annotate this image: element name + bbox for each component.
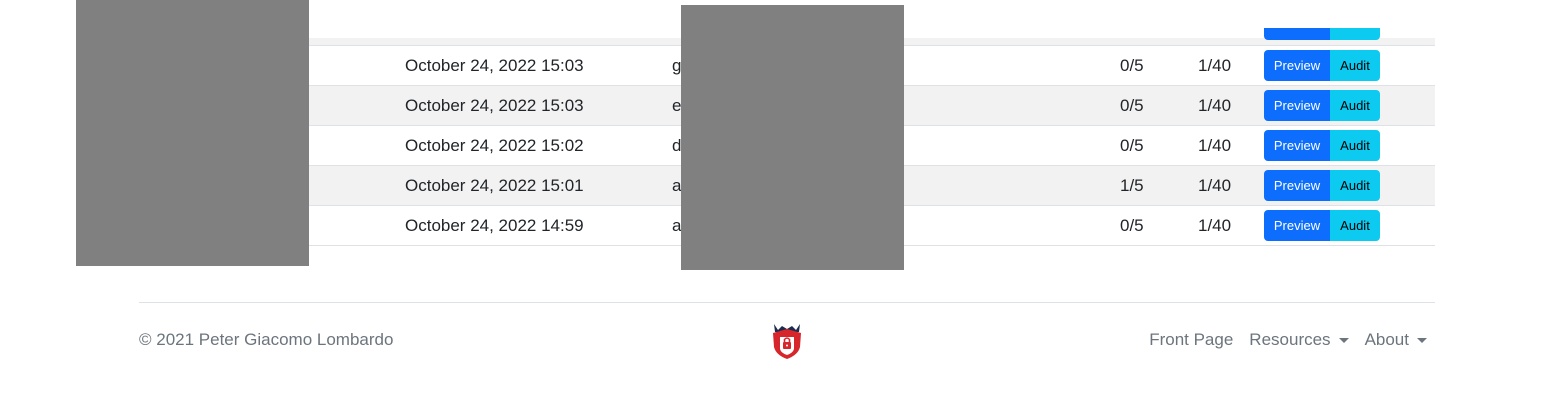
shield-lock-logo-icon[interactable] — [768, 320, 806, 360]
audit-button[interactable]: Audit — [1330, 130, 1380, 161]
partial-button-group[interactable] — [1264, 28, 1380, 40]
score-cell: 0/5 — [1120, 56, 1144, 75]
footer-divider — [139, 302, 1435, 303]
nav-front-page-link[interactable]: Front Page — [1149, 330, 1233, 350]
footer-nav: Front Page Resources About — [1149, 330, 1427, 350]
nav-resources-label: Resources — [1249, 330, 1331, 349]
row-actions: Preview Audit — [1264, 130, 1380, 161]
audit-button[interactable]: Audit — [1330, 50, 1380, 81]
questions-cell: 1/40 — [1198, 136, 1232, 155]
date-cell: October 24, 2022 14:59 — [405, 216, 584, 235]
score-cell: 0/5 — [1120, 136, 1144, 155]
nav-about-label: About — [1364, 330, 1409, 349]
preview-button[interactable]: Preview — [1264, 170, 1330, 201]
questions-cell: 1/40 — [1198, 56, 1232, 75]
row-actions: Preview Audit — [1264, 90, 1380, 121]
row-actions: Preview Audit — [1264, 210, 1380, 241]
preview-button[interactable]: Preview — [1264, 90, 1330, 121]
redaction-block — [76, 0, 309, 266]
preview-button[interactable]: Preview — [1264, 50, 1330, 81]
score-cell: 0/5 — [1120, 96, 1144, 115]
caret-down-icon — [1338, 337, 1349, 343]
nav-front-page-label: Front Page — [1149, 330, 1234, 349]
questions-cell: 1/40 — [1198, 96, 1232, 115]
date-cell: October 24, 2022 15:01 — [405, 176, 584, 195]
audit-button[interactable]: Audit — [1330, 90, 1380, 121]
date-cell: October 24, 2022 15:02 — [405, 136, 584, 155]
row-actions: Preview Audit — [1264, 50, 1380, 81]
audit-button[interactable]: Audit — [1330, 170, 1380, 201]
score-cell: 0/5 — [1120, 216, 1144, 235]
questions-cell: 1/40 — [1198, 176, 1232, 195]
footer-copyright: © 2021 Peter Giacomo Lombardo — [139, 330, 394, 349]
audit-button[interactable]: Audit — [1330, 210, 1380, 241]
score-cell: 1/5 — [1120, 176, 1144, 195]
date-cell: October 24, 2022 15:03 — [405, 56, 584, 75]
caret-down-icon — [1417, 337, 1427, 343]
preview-button[interactable]: Preview — [1264, 210, 1330, 241]
preview-button[interactable]: Preview — [1264, 130, 1330, 161]
row-actions: Preview Audit — [1264, 170, 1380, 201]
redaction-block — [681, 5, 904, 270]
questions-cell: 1/40 — [1198, 216, 1232, 235]
nav-resources-dropdown[interactable]: Resources — [1249, 330, 1349, 350]
nav-about-dropdown[interactable]: About — [1365, 330, 1427, 350]
date-cell: October 24, 2022 15:03 — [405, 96, 584, 115]
